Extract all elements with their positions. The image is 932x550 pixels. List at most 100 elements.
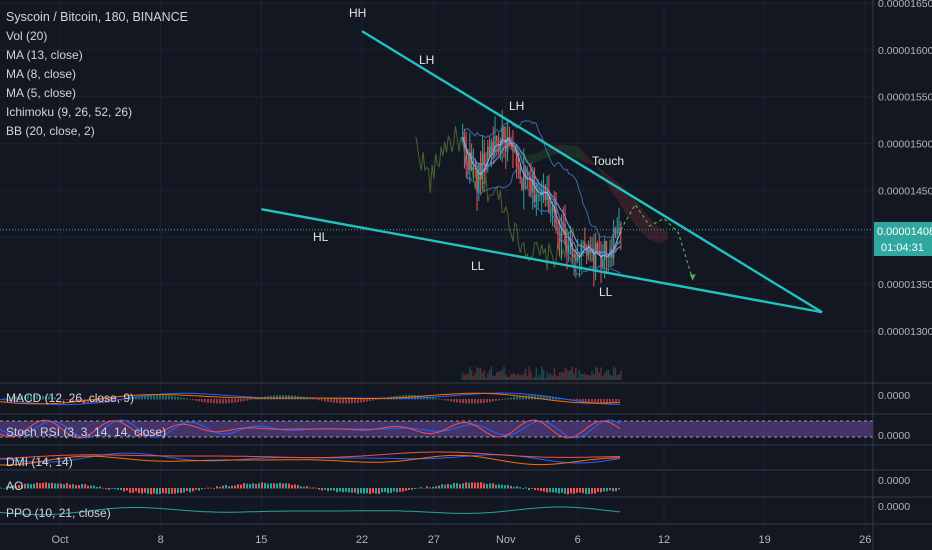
ao-bar [75, 485, 77, 489]
macd-histogram-bar [465, 399, 467, 404]
ao-bar [465, 482, 467, 489]
ao-bar [612, 488, 614, 492]
ao-bar [30, 484, 32, 489]
ao-bar [375, 488, 377, 494]
ichimoku-cloud-segment [638, 204, 641, 232]
macd-histogram-bar [510, 397, 512, 400]
countdown-timer: 01:04:31 [881, 242, 924, 254]
macd-histogram-bar [156, 395, 158, 400]
ppo-pane-label[interactable]: PPO (10, 21, close) [6, 506, 111, 520]
macd-histogram-bar [501, 399, 503, 400]
candle-body [576, 256, 579, 261]
ao-bar [225, 484, 227, 489]
ao-bar [618, 488, 620, 490]
ichimoku-cloud-segment [636, 202, 639, 229]
ao-value-label: 0.0000 [878, 475, 910, 487]
volume-bar [593, 373, 595, 380]
volume-bar [585, 374, 588, 380]
ao-bar [84, 484, 86, 489]
macd-histogram-bar [414, 395, 416, 400]
macd-pane-label[interactable]: MACD (12, 26, close, 9) [6, 391, 134, 405]
volume-bar [580, 374, 583, 380]
indicator-ma13[interactable]: MA (13, close) [6, 46, 188, 65]
ichimoku-cloud-segment [574, 145, 576, 159]
indicator-ma5[interactable]: MA (5, close) [6, 84, 188, 103]
ao-bar [600, 488, 602, 493]
macd-histogram-bar [462, 399, 464, 404]
ao-bar [597, 488, 599, 492]
macd-histogram-bar [354, 399, 356, 404]
ao-bar [489, 483, 491, 489]
indicator-ma8[interactable]: MA (8, close) [6, 65, 188, 84]
macd-histogram-bar [219, 399, 221, 404]
stoch-rsi-pane-label[interactable]: Stoch RSI (3, 3, 14, 14, close) [6, 425, 166, 439]
ao-bar [288, 483, 290, 489]
ao-bar [318, 488, 320, 490]
ao-bar [387, 488, 389, 494]
indicator-ichimoku[interactable]: Ichimoku (9, 26, 52, 26) [6, 103, 188, 122]
volume-bar [472, 376, 475, 380]
ao-bar [135, 488, 137, 492]
ao-bar [45, 482, 47, 489]
ao-bar [171, 488, 173, 494]
ao-bar [414, 488, 416, 489]
macd-histogram-bar [471, 399, 473, 404]
volume-bar [582, 374, 584, 380]
dmi-adx [0, 451, 620, 460]
macd-histogram-bar [483, 399, 485, 403]
volume-bar [478, 368, 480, 380]
volume-bar [476, 367, 478, 380]
macd-histogram-bar [318, 399, 320, 401]
volume-bar [490, 366, 493, 380]
ao-bar [297, 485, 299, 489]
macd-histogram-bar [342, 399, 344, 404]
ichimoku-cloud-segment [613, 179, 616, 197]
ao-bar [132, 488, 134, 493]
ichimoku-cloud-segment [581, 150, 584, 162]
macd-histogram-bar [609, 399, 611, 403]
ao-bar [570, 488, 572, 494]
macd-histogram-bar [204, 399, 206, 403]
ao-bar [285, 483, 287, 489]
ao-bar [408, 488, 410, 490]
ao-bar [60, 483, 62, 489]
macd-histogram-bar [312, 398, 314, 400]
macd-histogram-bar [231, 399, 233, 403]
ichimoku-cloud-segment [538, 151, 540, 162]
volume-bar [487, 373, 489, 380]
ao-bar [258, 483, 260, 489]
ichimoku-cloud-segment [629, 194, 632, 220]
x-tick-label: 6 [575, 534, 581, 546]
volume-bar [526, 376, 529, 380]
volume-bar [611, 375, 613, 380]
volume-bar [557, 376, 559, 380]
ao-bar [66, 483, 68, 489]
macd-value-label: 0.0000 [878, 390, 910, 402]
macd-histogram-bar [228, 399, 230, 404]
ao-bar [87, 485, 89, 489]
annotation-ll-2: LL [599, 285, 613, 299]
ao-bar [150, 488, 152, 495]
ichimoku-cloud-segment [588, 157, 591, 165]
volume-bar [474, 372, 476, 380]
ichimoku-cloud-segment [653, 221, 655, 242]
ichimoku-cloud-segment [568, 144, 571, 157]
ao-pane-label[interactable]: AO [6, 479, 23, 493]
volume-bar [607, 369, 609, 380]
trendlines[interactable] [261, 30, 823, 314]
symbol-title[interactable]: Syscoin / Bitcoin, 180, BINANCE [6, 8, 188, 27]
ao-bar [540, 488, 542, 492]
candle-body [530, 179, 532, 193]
indicator-bb[interactable]: BB (20, close, 2) [6, 122, 188, 141]
ao-bar [582, 488, 584, 494]
indicator-volume[interactable]: Vol (20) [6, 27, 188, 46]
ao-bar [378, 488, 380, 494]
annotation-hl: HL [313, 230, 329, 244]
ao-bar [384, 488, 386, 493]
dmi-pane-label[interactable]: DMI (14, 14) [6, 455, 73, 469]
ao-bar [165, 488, 167, 494]
candle-body [603, 240, 606, 260]
ao-bar [303, 486, 305, 489]
ao-bar [411, 488, 413, 490]
macd-histogram-bar [165, 395, 167, 400]
